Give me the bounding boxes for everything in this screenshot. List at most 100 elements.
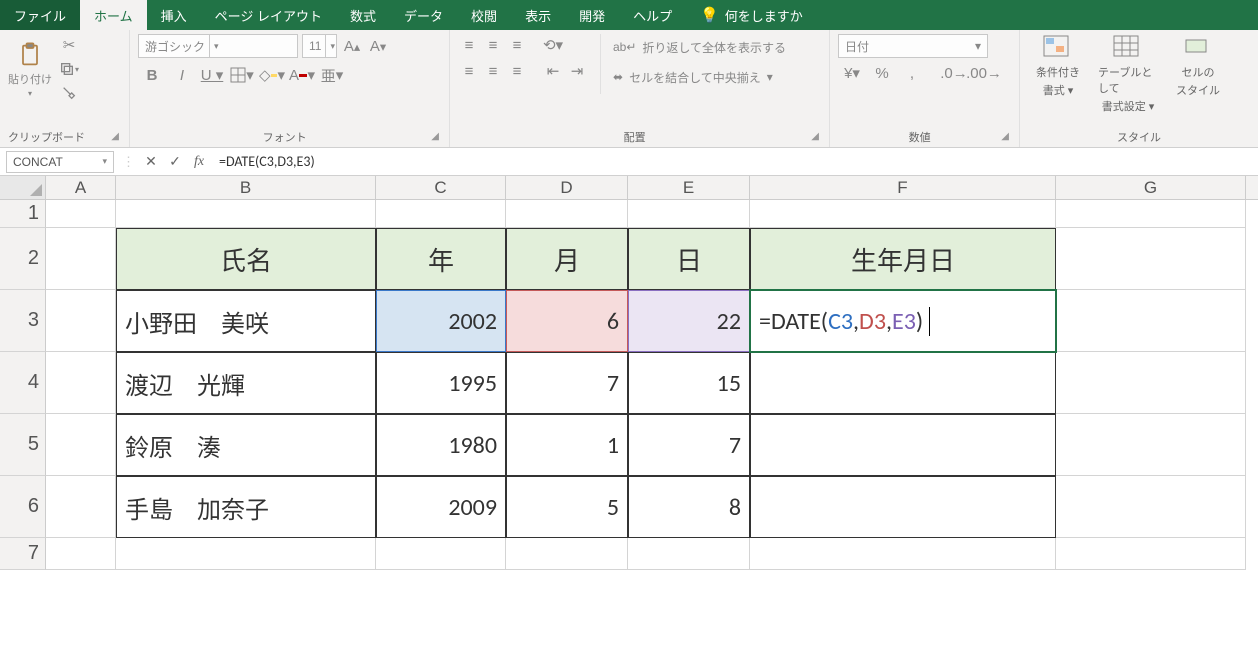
cell-C7[interactable]	[376, 538, 506, 570]
row-header-7[interactable]: 7	[0, 538, 46, 570]
cell-D5[interactable]: 1	[506, 414, 628, 476]
merge-center-button[interactable]: ⬌セルを結合して中央揃え ▾	[613, 64, 786, 90]
cell-A2[interactable]	[46, 228, 116, 290]
row-header-3[interactable]: 3	[0, 290, 46, 352]
col-header-G[interactable]: G	[1056, 176, 1246, 199]
tab-file[interactable]: ファイル	[0, 0, 80, 30]
row-header-6[interactable]: 6	[0, 476, 46, 538]
font-launcher[interactable]: ◢	[431, 131, 441, 142]
formula-input[interactable]: =DATE(C3,D3,E3)	[211, 153, 1258, 170]
bold-button[interactable]: B	[138, 64, 166, 86]
col-header-D[interactable]: D	[506, 176, 628, 199]
cell-C6[interactable]: 2009	[376, 476, 506, 538]
cell-G6[interactable]	[1056, 476, 1246, 538]
tab-view[interactable]: 表示	[511, 0, 565, 30]
align-center-button[interactable]: ≡	[482, 60, 504, 82]
cell-F3[interactable]: =DATE(C3,D3,E3)	[750, 290, 1056, 352]
increase-decimal-button[interactable]: .0→	[940, 62, 968, 84]
cell-D4[interactable]: 7	[506, 352, 628, 414]
tab-help[interactable]: ヘルプ	[619, 0, 686, 30]
cell-F2[interactable]: 生年月日	[750, 228, 1056, 290]
col-header-B[interactable]: B	[116, 176, 376, 199]
cell-A5[interactable]	[46, 414, 116, 476]
tab-pagelayout[interactable]: ページ レイアウト	[201, 0, 336, 30]
cancel-button[interactable]: ✕	[139, 153, 163, 170]
cell-B7[interactable]	[116, 538, 376, 570]
cell-F6[interactable]	[750, 476, 1056, 538]
cell-A7[interactable]	[46, 538, 116, 570]
cell-F5[interactable]	[750, 414, 1056, 476]
row-header-4[interactable]: 4	[0, 352, 46, 414]
cell-A6[interactable]	[46, 476, 116, 538]
number-launcher[interactable]: ◢	[1001, 131, 1011, 142]
cell-B3[interactable]: 小野田 美咲	[116, 290, 376, 352]
underline-button[interactable]: U ▾	[198, 64, 226, 86]
col-header-E[interactable]: E	[628, 176, 750, 199]
align-bottom-button[interactable]: ≡	[506, 34, 528, 56]
font-size-combo[interactable]: 11▾	[302, 34, 337, 58]
cell-styles-button[interactable]: セルのスタイル	[1168, 34, 1228, 114]
align-right-button[interactable]: ≡	[506, 60, 528, 82]
col-header-F[interactable]: F	[750, 176, 1056, 199]
tab-developer[interactable]: 開発	[565, 0, 619, 30]
fill-color-button[interactable]: ◇ ▾	[258, 64, 286, 86]
cell-E6[interactable]: 8	[628, 476, 750, 538]
col-header-A[interactable]: A	[46, 176, 116, 199]
comma-format-button[interactable]: ,	[898, 62, 926, 84]
cell-B1[interactable]	[116, 200, 376, 228]
cell-B2[interactable]: 氏名	[116, 228, 376, 290]
copy-button[interactable]: ▾	[58, 58, 80, 80]
cell-E4[interactable]: 15	[628, 352, 750, 414]
accounting-format-button[interactable]: ¥▾	[838, 62, 866, 84]
name-box[interactable]: CONCAT▾	[6, 151, 114, 173]
cell-E1[interactable]	[628, 200, 750, 228]
wrap-text-button[interactable]: ab↵折り返して全体を表示する	[613, 34, 786, 60]
clipboard-launcher[interactable]: ◢	[111, 131, 121, 142]
cell-E3[interactable]: 22	[628, 290, 750, 352]
conditional-formatting-button[interactable]: 条件付き書式 ▾	[1028, 34, 1088, 114]
cell-A3[interactable]	[46, 290, 116, 352]
cell-C4[interactable]: 1995	[376, 352, 506, 414]
cell-E2[interactable]: 日	[628, 228, 750, 290]
align-left-button[interactable]: ≡	[458, 60, 480, 82]
cell-F1[interactable]	[750, 200, 1056, 228]
border-button[interactable]: ▾	[228, 64, 256, 86]
cell-G1[interactable]	[1056, 200, 1246, 228]
cell-C2[interactable]: 年	[376, 228, 506, 290]
cell-G4[interactable]	[1056, 352, 1246, 414]
cell-B4[interactable]: 渡辺 光輝	[116, 352, 376, 414]
row-header-2[interactable]: 2	[0, 228, 46, 290]
cell-D6[interactable]: 5	[506, 476, 628, 538]
paste-button[interactable]: 貼り付け ▾	[8, 34, 52, 104]
font-name-combo[interactable]: 游ゴシック▾	[138, 34, 298, 58]
cell-D2[interactable]: 月	[506, 228, 628, 290]
cell-C5[interactable]: 1980	[376, 414, 506, 476]
format-painter-button[interactable]	[58, 82, 80, 104]
cell-D3[interactable]: 6	[506, 290, 628, 352]
alignment-launcher[interactable]: ◢	[811, 131, 821, 142]
cut-button[interactable]: ✂	[58, 34, 80, 56]
cell-E5[interactable]: 7	[628, 414, 750, 476]
increase-indent-button[interactable]: ⇥	[566, 60, 588, 82]
decrease-font-button[interactable]: A▾	[367, 35, 389, 57]
cell-G2[interactable]	[1056, 228, 1246, 290]
cell-D7[interactable]	[506, 538, 628, 570]
font-color-button[interactable]: A ▾	[288, 64, 316, 86]
decrease-decimal-button[interactable]: .00→	[970, 62, 998, 84]
orientation-button[interactable]: ⟲▾	[542, 34, 564, 56]
tab-review[interactable]: 校閲	[457, 0, 511, 30]
number-format-combo[interactable]: 日付▾	[838, 34, 988, 58]
enter-button[interactable]: ✓	[163, 153, 187, 170]
increase-font-button[interactable]: A▴	[341, 35, 363, 57]
cell-E7[interactable]	[628, 538, 750, 570]
cell-D1[interactable]	[506, 200, 628, 228]
cell-C3[interactable]: 2002	[376, 290, 506, 352]
cell-A1[interactable]	[46, 200, 116, 228]
tab-data[interactable]: データ	[390, 0, 457, 30]
row-header-1[interactable]: 1	[0, 200, 46, 228]
row-header-5[interactable]: 5	[0, 414, 46, 476]
tab-formulas[interactable]: 数式	[336, 0, 390, 30]
cell-A4[interactable]	[46, 352, 116, 414]
cell-G3[interactable]	[1056, 290, 1246, 352]
col-header-C[interactable]: C	[376, 176, 506, 199]
